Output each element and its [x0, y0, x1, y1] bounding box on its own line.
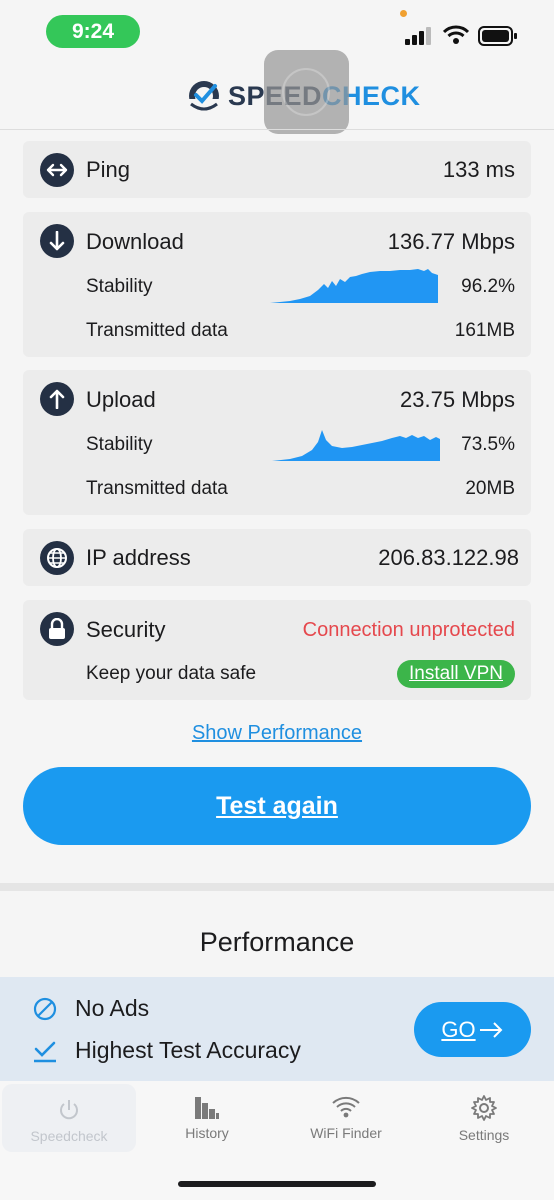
floating-overlay-button[interactable] — [264, 50, 349, 134]
promo-no-ads: No Ads — [33, 995, 149, 1022]
ping-value: 133 ms — [442, 157, 515, 182]
tab-speedcheck[interactable]: Speedcheck — [2, 1084, 136, 1152]
security-label: Security — [86, 617, 166, 642]
upload-stability-graph — [272, 430, 440, 461]
no-ads-icon — [33, 997, 57, 1020]
speedometer-logo-icon — [186, 81, 222, 112]
left-right-arrows-icon — [40, 153, 74, 187]
download-data-label: Transmitted data — [86, 320, 228, 341]
tab-speedcheck-label: Speedcheck — [30, 1128, 108, 1144]
show-performance-link[interactable]: Show Performance — [0, 722, 554, 745]
arrow-down-icon — [40, 224, 74, 258]
ping-card: Ping 133 ms — [23, 141, 531, 198]
download-label: Download — [86, 229, 184, 254]
security-card: Security Connection unprotected Keep you… — [23, 600, 531, 700]
header-divider — [0, 129, 554, 130]
arrow-up-icon — [40, 382, 74, 416]
tab-settings-label: Settings — [458, 1127, 510, 1143]
cellular-signal-icon — [405, 27, 431, 45]
power-icon — [60, 1100, 78, 1120]
battery-icon — [478, 26, 517, 46]
upload-card: Upload 23.75 Mbps Stability 73.5% Transm… — [23, 370, 531, 515]
upload-stability-label: Stability — [86, 434, 153, 455]
go-premium-button[interactable]: GO — [414, 1002, 531, 1057]
arrow-right-icon — [479, 1021, 503, 1038]
download-stability-value: 96.2% — [461, 276, 515, 297]
tab-history-label: History — [185, 1125, 229, 1141]
status-time: 9:24 — [46, 15, 140, 48]
security-hint: Keep your data safe — [86, 663, 257, 684]
download-data-value: 161MB — [454, 320, 515, 341]
tab-wifi-finder[interactable]: WiFi Finder — [277, 1081, 415, 1151]
go-button-label: GO — [441, 1016, 476, 1042]
tab-wifi-finder-label: WiFi Finder — [310, 1125, 382, 1141]
tab-history[interactable]: History — [138, 1081, 276, 1151]
tab-settings[interactable]: Settings — [415, 1081, 553, 1151]
security-status: Connection unprotected — [302, 619, 515, 641]
download-value: 136.77 Mbps — [387, 229, 515, 254]
ip-address-label: IP address — [86, 545, 191, 570]
home-indicator — [178, 1181, 376, 1187]
privacy-indicator-dot — [400, 10, 407, 17]
upload-stability-value: 73.5% — [461, 434, 515, 455]
promo-accuracy: Highest Test Accuracy — [33, 1037, 301, 1064]
test-again-button[interactable]: Test again — [23, 767, 531, 845]
ip-address-card: IP address 206.83.122.98 — [23, 529, 531, 586]
gear-icon — [471, 1095, 497, 1121]
ping-label: Ping — [86, 157, 131, 182]
download-stability-graph — [270, 269, 438, 303]
wifi-status-icon — [443, 25, 469, 44]
ip-address-value: 206.83.122.98 — [378, 545, 519, 570]
premium-promo-banner: No Ads Highest Test Accuracy GO — [0, 977, 554, 1081]
download-card: Download 136.77 Mbps Stability 96.2% Tra… — [23, 212, 531, 357]
app-header: SPEEDCHECK — [0, 50, 554, 134]
check-underline-icon — [34, 1041, 56, 1062]
install-vpn-button[interactable]: Install VPN — [397, 660, 515, 688]
bar-chart-icon — [195, 1097, 219, 1119]
download-stability-label: Stability — [86, 276, 153, 297]
performance-title: Performance — [199, 927, 355, 957]
globe-icon — [40, 541, 74, 575]
upload-value: 23.75 Mbps — [400, 387, 515, 412]
upload-data-label: Transmitted data — [86, 478, 228, 499]
promo-accuracy-text: Highest Test Accuracy — [75, 1037, 301, 1063]
wifi-icon — [332, 1096, 360, 1118]
section-separator — [0, 883, 554, 891]
promo-no-ads-text: No Ads — [75, 995, 150, 1021]
upload-label: Upload — [86, 387, 156, 412]
upload-data-value: 20MB — [465, 478, 515, 499]
lock-icon — [40, 612, 74, 646]
